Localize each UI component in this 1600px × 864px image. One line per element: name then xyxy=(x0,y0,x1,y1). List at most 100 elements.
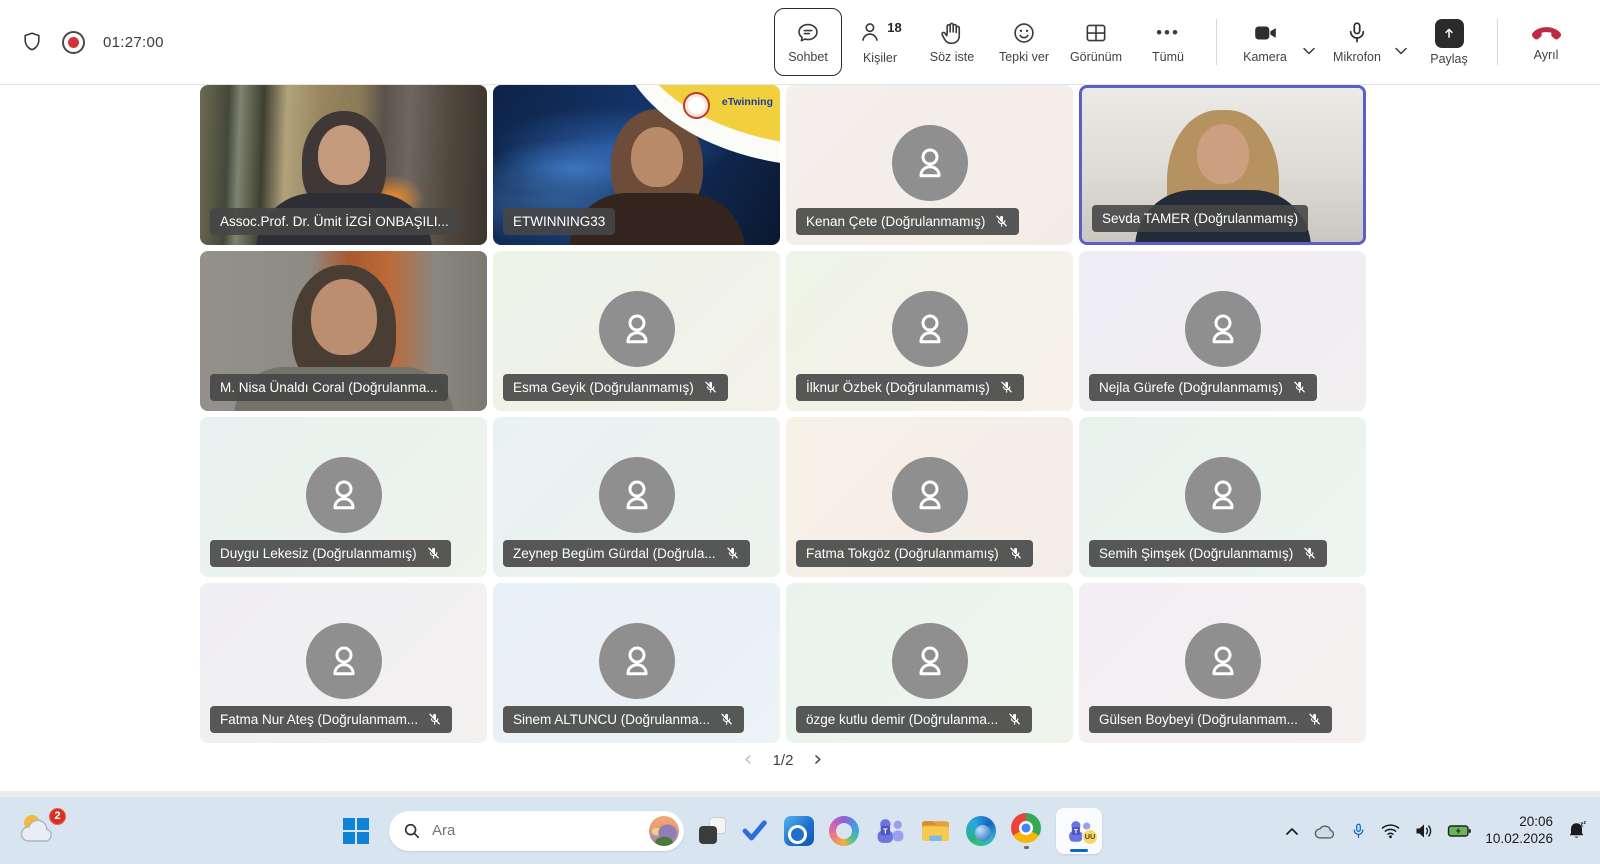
raise-hand-button[interactable]: Söz iste xyxy=(918,8,986,76)
participant-tile[interactable]: Zeynep Begüm Gürdal (Doğrula... xyxy=(493,417,780,577)
participant-tile[interactable]: özge kutlu demir (Doğrulanma... xyxy=(786,583,1073,743)
participant-name-label: İlknur Özbek (Doğrulanmamış) xyxy=(796,374,1024,401)
edge-browser-icon[interactable] xyxy=(966,816,996,846)
search-input[interactable] xyxy=(430,821,640,840)
camera-options-chevron-icon[interactable] xyxy=(1302,43,1316,61)
participant-grid: Assoc.Prof. Dr. Ümit İZGİ ONBAŞILI... eT… xyxy=(200,85,1366,743)
mic-in-use-icon[interactable] xyxy=(1350,821,1367,841)
microphone-icon xyxy=(1344,20,1370,46)
participant-name: Duygu Lekesiz (Doğrulanmamış) xyxy=(220,546,417,561)
next-page-chevron-icon[interactable]: › xyxy=(813,749,822,771)
start-button[interactable] xyxy=(338,813,374,849)
chat-button[interactable]: Sohbet xyxy=(774,8,842,76)
participant-name-label: Sinem ALTUNCU (Doğrulanma... xyxy=(503,706,744,733)
share-button[interactable]: Paylaş xyxy=(1415,8,1483,76)
taskbar-search[interactable] xyxy=(389,811,684,851)
recording-indicator-icon[interactable] xyxy=(62,31,85,54)
ellipsis-icon: ••• xyxy=(1156,20,1180,46)
todo-app-icon[interactable] xyxy=(741,818,769,844)
mic-off-icon xyxy=(1008,546,1023,561)
participant-name: Kenan Çete (Doğrulanmamış) xyxy=(806,214,985,229)
avatar-circle xyxy=(306,623,382,699)
wifi-icon[interactable] xyxy=(1380,822,1401,839)
participant-count: 18 xyxy=(887,20,901,35)
participant-tile[interactable]: Sevda TAMER (Doğrulanmamış) xyxy=(1079,85,1366,245)
participant-tile[interactable]: M. Nisa Ünaldı Coral (Doğrulanma... xyxy=(200,251,487,411)
smiley-icon xyxy=(1011,20,1037,46)
participant-name-label: Assoc.Prof. Dr. Ümit İZGİ ONBAŞILI... xyxy=(210,208,459,235)
avatar-circle xyxy=(892,623,968,699)
participant-tile[interactable]: Fatma Nur Ateş (Doğrulanmam... xyxy=(200,583,487,743)
participant-tile[interactable]: Assoc.Prof. Dr. Ümit İZGİ ONBAŞILI... xyxy=(200,85,487,245)
bing-daily-image-thumbnail[interactable] xyxy=(649,816,679,846)
leave-button[interactable]: Ayrıl xyxy=(1512,8,1580,76)
participant-tile[interactable]: Fatma Tokgöz (Doğrulanmamış) xyxy=(786,417,1073,577)
avatar-circle xyxy=(892,291,968,367)
clock-date[interactable]: 20:06 10.02.2026 xyxy=(1485,814,1553,848)
person-icon xyxy=(324,641,364,681)
avatar-circle xyxy=(306,457,382,533)
tray-time: 20:06 xyxy=(1519,814,1553,831)
volume-icon[interactable] xyxy=(1414,822,1434,840)
participant-tile[interactable]: İlknur Özbek (Doğrulanmamış) xyxy=(786,251,1073,411)
view-button[interactable]: Görünüm xyxy=(1062,8,1130,76)
avatar-circle xyxy=(599,623,675,699)
people-button[interactable]: 18 Kişiler xyxy=(846,8,914,76)
person-icon xyxy=(1203,641,1243,681)
participant-name-label: Fatma Nur Ateş (Doğrulanmam... xyxy=(210,706,452,733)
security-shield-icon[interactable] xyxy=(20,30,44,54)
meeting-stage: Assoc.Prof. Dr. Ümit İZGİ ONBAŞILI... eT… xyxy=(0,85,1600,791)
participant-name-label: Zeynep Begüm Gürdal (Doğrula... xyxy=(503,540,750,567)
mic-off-icon xyxy=(703,380,718,395)
svg-text:z: z xyxy=(1584,820,1587,826)
participant-tile[interactable]: Nejla Gürefe (Doğrulanmamış) xyxy=(1079,251,1366,411)
participant-tile[interactable]: eTwinning ETWINNING33 xyxy=(493,85,780,245)
participant-name: Nejla Gürefe (Doğrulanmamış) xyxy=(1099,380,1283,395)
notifications-dnd-bell-icon[interactable]: zz xyxy=(1566,820,1588,842)
participant-name: Semih Şimşek (Doğrulanmamış) xyxy=(1099,546,1293,561)
more-button[interactable]: ••• Tümü xyxy=(1134,8,1202,76)
toolbar-divider xyxy=(1216,19,1217,65)
participant-tile[interactable]: Kenan Çete (Doğrulanmamış) xyxy=(786,85,1073,245)
participant-name-label: Duygu Lekesiz (Doğrulanmamış) xyxy=(210,540,451,567)
teams-meeting-app-active[interactable]: T UU xyxy=(1056,808,1102,854)
participant-tile[interactable]: Gülsen Boybeyi (Doğrulanmam... xyxy=(1079,583,1366,743)
person-icon xyxy=(910,475,950,515)
mic-off-icon xyxy=(1302,546,1317,561)
participant-tile[interactable]: Esma Geyik (Doğrulanmamış) xyxy=(493,251,780,411)
copilot-app-icon[interactable] xyxy=(829,816,859,846)
svg-text:T: T xyxy=(883,826,888,835)
participant-name-label: Fatma Tokgöz (Doğrulanmamış) xyxy=(796,540,1033,567)
hidden-icons-chevron-icon[interactable] xyxy=(1284,824,1300,838)
participant-name: Sevda TAMER (Doğrulanmamış) xyxy=(1102,211,1298,226)
chrome-browser-icon[interactable] xyxy=(1011,813,1041,849)
camera-button[interactable]: Kamera xyxy=(1231,8,1299,76)
person-icon xyxy=(910,641,950,681)
onedrive-cloud-icon[interactable] xyxy=(1313,822,1337,840)
task-view-button[interactable] xyxy=(699,817,726,844)
avatar-circle xyxy=(1185,291,1261,367)
participant-tile[interactable]: Duygu Lekesiz (Doğrulanmamış) xyxy=(200,417,487,577)
react-button[interactable]: Tepki ver xyxy=(990,8,1058,76)
share-icon xyxy=(1435,19,1464,48)
teams-meeting-window: 01:27:00 Sohbet 18 Kişiler Söz iste Tepk… xyxy=(0,0,1600,864)
participant-tile[interactable]: Semih Şimşek (Doğrulanmamış) xyxy=(1079,417,1366,577)
participant-name: Fatma Tokgöz (Doğrulanmamış) xyxy=(806,546,999,561)
tray-date: 10.02.2026 xyxy=(1485,831,1553,848)
mic-off-icon xyxy=(725,546,740,561)
battery-charging-icon[interactable] xyxy=(1447,823,1472,839)
participant-name-label: ETWINNING33 xyxy=(503,208,615,235)
teams-app-icon[interactable]: T xyxy=(874,817,905,844)
participant-tile[interactable]: Sinem ALTUNCU (Doğrulanma... xyxy=(493,583,780,743)
previous-page-chevron-icon[interactable]: ‹ xyxy=(744,749,753,771)
avatar-circle xyxy=(892,125,968,201)
mic-off-icon xyxy=(426,546,441,561)
widgets-weather-icon[interactable]: 2 xyxy=(18,811,60,851)
windows-taskbar: 2 T xyxy=(0,797,1600,864)
mic-options-chevron-icon[interactable] xyxy=(1394,43,1408,61)
avatar-circle xyxy=(599,291,675,367)
microphone-button[interactable]: Mikrofon xyxy=(1323,8,1391,76)
outlook-app-icon[interactable] xyxy=(784,816,814,846)
file-explorer-icon[interactable] xyxy=(920,818,951,843)
mic-off-icon xyxy=(427,712,442,727)
